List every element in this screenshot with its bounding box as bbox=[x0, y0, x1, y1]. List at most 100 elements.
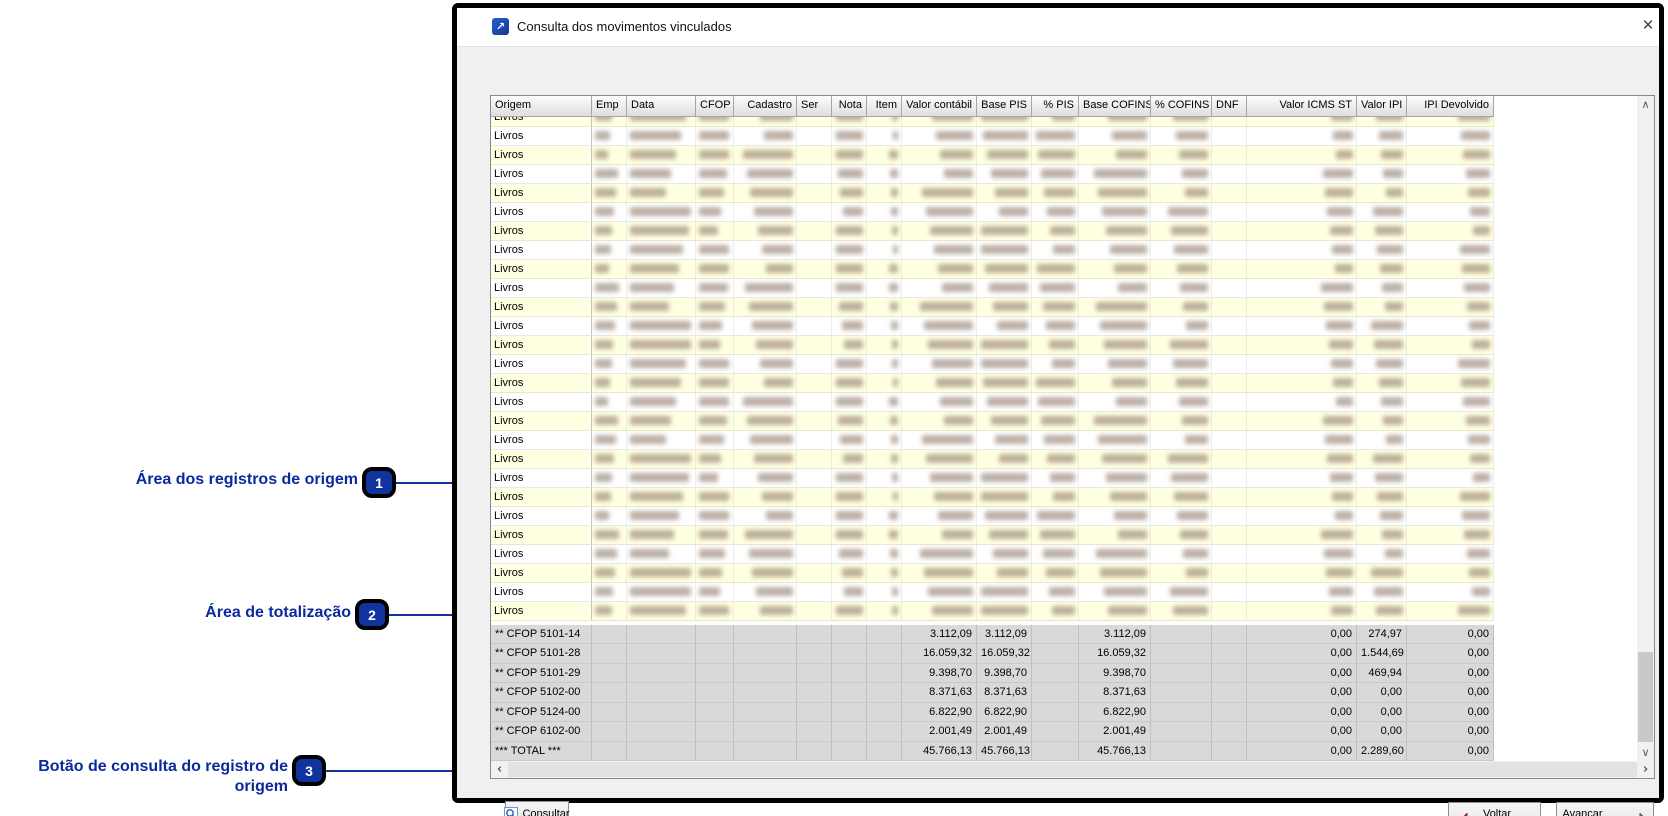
cell-ser bbox=[797, 450, 832, 469]
table-row[interactable]: Livros bbox=[491, 317, 1494, 336]
column-header-nota[interactable]: Nota bbox=[832, 96, 867, 117]
table-row[interactable]: Livros bbox=[491, 488, 1494, 507]
column-header-ser[interactable]: Ser bbox=[797, 96, 832, 117]
table-row[interactable]: Livros bbox=[491, 469, 1494, 488]
cell-ipi_devolvido bbox=[1407, 317, 1494, 336]
grid-totals-area: ** CFOP 5101-143.112,093.112,093.112,090… bbox=[491, 625, 1494, 761]
redacted-value bbox=[981, 340, 1028, 349]
table-row[interactable]: Livros bbox=[491, 203, 1494, 222]
column-header-dnf[interactable]: DNF bbox=[1212, 96, 1247, 117]
totals-cell-ser bbox=[797, 664, 832, 683]
redacted-value bbox=[1049, 587, 1075, 596]
redacted-value bbox=[1118, 530, 1147, 539]
table-row[interactable]: Livros bbox=[491, 241, 1494, 260]
cell-cadastro bbox=[734, 450, 797, 469]
redacted-value bbox=[1040, 283, 1075, 292]
cell-base_cofins bbox=[1079, 412, 1151, 431]
redacted-value bbox=[743, 397, 793, 406]
table-row[interactable]: Livros bbox=[491, 127, 1494, 146]
column-header-valor_contabil[interactable]: Valor contábil bbox=[902, 96, 977, 117]
cell-origem: Livros bbox=[491, 450, 592, 469]
column-header-pct_cofins[interactable]: % COFINS bbox=[1151, 96, 1212, 117]
column-header-cadastro[interactable]: Cadastro bbox=[734, 96, 797, 117]
close-icon[interactable]: × bbox=[1635, 13, 1661, 39]
totals-cell-cfop bbox=[696, 742, 734, 761]
column-header-cfop[interactable]: CFOP bbox=[696, 96, 734, 117]
scroll-up-icon[interactable]: ∧ bbox=[1637, 96, 1654, 113]
scroll-left-icon[interactable]: ‹ bbox=[491, 761, 508, 778]
column-header-item[interactable]: Item bbox=[867, 96, 902, 117]
cell-dnf bbox=[1212, 374, 1247, 393]
cell-ipi_devolvido bbox=[1407, 165, 1494, 184]
redacted-value bbox=[699, 340, 720, 349]
redacted-value bbox=[595, 169, 618, 178]
cell-cfop bbox=[696, 146, 734, 165]
column-header-base_cofins[interactable]: Base COFINS bbox=[1079, 96, 1151, 117]
cell-nota bbox=[832, 203, 867, 222]
redacted-value bbox=[839, 549, 863, 558]
totals-cell-dnf bbox=[1212, 703, 1247, 722]
column-header-origem[interactable]: Origem bbox=[491, 96, 592, 117]
annotation-badge-2: 2 bbox=[355, 599, 389, 630]
redacted-value bbox=[1040, 530, 1075, 539]
table-row[interactable]: Livros bbox=[491, 545, 1494, 564]
scroll-down-icon[interactable]: ∨ bbox=[1637, 744, 1654, 761]
cell-cfop bbox=[696, 317, 734, 336]
table-row[interactable]: Livros bbox=[491, 564, 1494, 583]
table-row[interactable]: Livros bbox=[491, 450, 1494, 469]
column-header-base_pis[interactable]: Base PIS bbox=[977, 96, 1032, 117]
table-row[interactable]: Livros bbox=[491, 412, 1494, 431]
table-row[interactable]: Livros bbox=[491, 279, 1494, 298]
column-header-data[interactable]: Data bbox=[627, 96, 696, 117]
table-row[interactable]: Livros bbox=[491, 431, 1494, 450]
cell-data bbox=[627, 602, 696, 621]
table-row[interactable]: Livros bbox=[491, 374, 1494, 393]
table-row[interactable]: Livros bbox=[491, 146, 1494, 165]
table-row[interactable]: Livros bbox=[491, 165, 1494, 184]
redacted-value bbox=[987, 150, 1028, 159]
table-row[interactable]: Livros bbox=[491, 117, 1494, 127]
column-header-valor_ipi[interactable]: Valor IPI bbox=[1357, 96, 1407, 117]
title-bar[interactable]: ↗ Consulta dos movimentos vinculados × bbox=[457, 8, 1659, 47]
horizontal-scrollbar[interactable]: ‹ › bbox=[491, 761, 1654, 778]
redacted-value bbox=[699, 530, 728, 539]
column-header-valor_icms_st[interactable]: Valor ICMS ST bbox=[1247, 96, 1357, 117]
table-row[interactable]: Livros bbox=[491, 526, 1494, 545]
redacted-value bbox=[630, 302, 669, 311]
cell-origem: Livros bbox=[491, 117, 592, 127]
redacted-value bbox=[699, 435, 724, 444]
table-row[interactable]: Livros bbox=[491, 222, 1494, 241]
avancar-button[interactable]: Avançar (page down) bbox=[1556, 802, 1654, 816]
cell-dnf bbox=[1212, 298, 1247, 317]
table-row[interactable]: Livros bbox=[491, 336, 1494, 355]
totals-cell-valor_ipi: 0,00 bbox=[1357, 683, 1407, 702]
vertical-scrollbar[interactable]: ∧ ∨ bbox=[1637, 96, 1654, 761]
cell-origem: Livros bbox=[491, 431, 592, 450]
table-row[interactable]: Livros bbox=[491, 355, 1494, 374]
table-row[interactable]: Livros bbox=[491, 298, 1494, 317]
column-header-emp[interactable]: Emp bbox=[592, 96, 627, 117]
voltar-button[interactable]: Voltar (page up) bbox=[1448, 802, 1541, 816]
cell-pct_cofins bbox=[1151, 298, 1212, 317]
redacted-value bbox=[630, 549, 669, 558]
cell-emp bbox=[592, 374, 627, 393]
table-row[interactable]: Livros bbox=[491, 184, 1494, 203]
scroll-right-icon[interactable]: › bbox=[1637, 761, 1654, 778]
consultar-button[interactable]: Consultar bbox=[505, 801, 569, 816]
table-row[interactable]: Livros bbox=[491, 393, 1494, 412]
cell-valor_contabil bbox=[902, 146, 977, 165]
horizontal-scroll-thumb[interactable] bbox=[508, 762, 1637, 777]
table-row[interactable]: Livros bbox=[491, 260, 1494, 279]
table-row[interactable]: Livros bbox=[491, 507, 1494, 526]
table-row[interactable]: Livros bbox=[491, 583, 1494, 602]
totals-cell-base_pis: 3.112,09 bbox=[977, 625, 1032, 644]
cell-emp bbox=[592, 298, 627, 317]
redacted-value bbox=[1335, 264, 1353, 273]
redacted-value bbox=[1470, 454, 1490, 463]
totals-cell-item bbox=[867, 683, 902, 702]
vertical-scroll-thumb[interactable] bbox=[1638, 652, 1653, 742]
column-header-ipi_devolvido[interactable]: IPI Devolvido bbox=[1407, 96, 1494, 117]
column-header-pct_pis[interactable]: % PIS bbox=[1032, 96, 1079, 117]
cell-base_cofins bbox=[1079, 127, 1151, 146]
table-row[interactable]: Livros bbox=[491, 602, 1494, 621]
